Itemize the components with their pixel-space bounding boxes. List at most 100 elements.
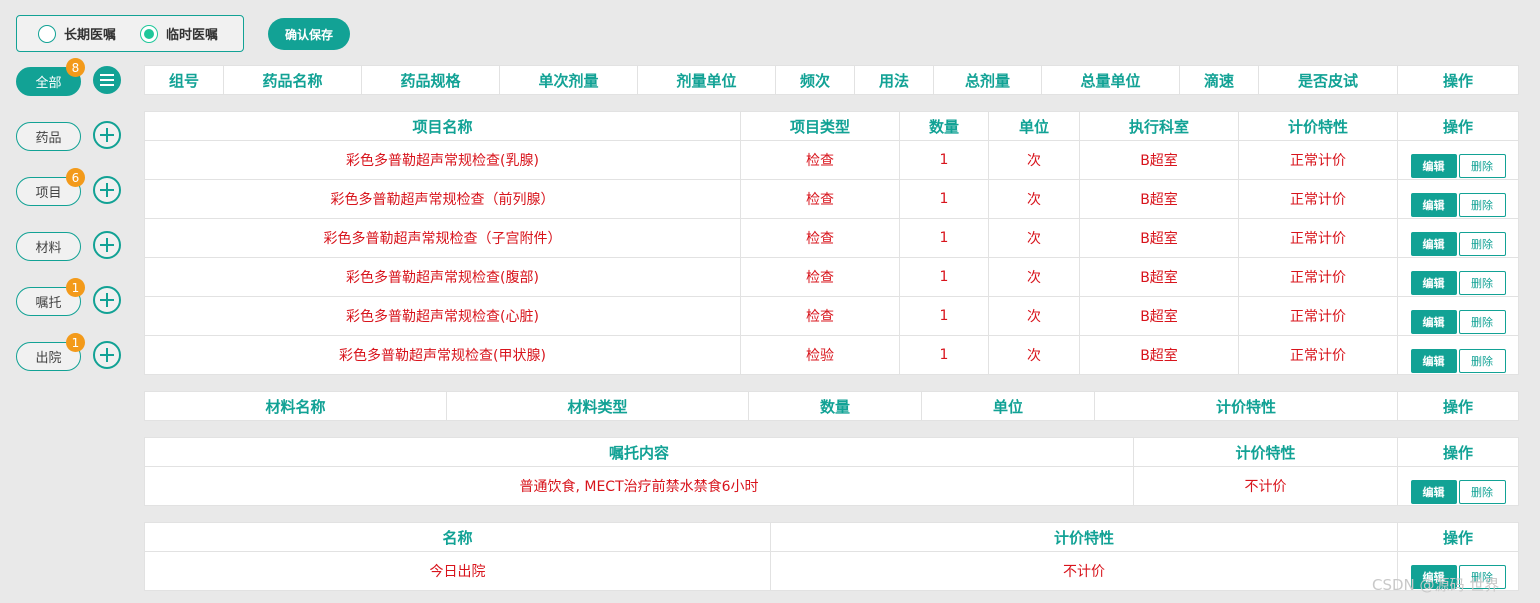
delete-button[interactable]: 删除 <box>1458 348 1506 373</box>
column-header: 单位 <box>988 111 1080 141</box>
item-quantity: 1 <box>899 218 989 258</box>
radio-circle-icon[interactable] <box>38 24 56 43</box>
column-header: 项目名称 <box>144 111 741 141</box>
plus-circle-icon[interactable] <box>93 286 121 314</box>
column-header: 单位 <box>921 391 1095 421</box>
discharge-name: 今日出院 <box>144 551 771 591</box>
column-header: 总量单位 <box>1041 65 1180 95</box>
row-actions: 编辑 删除 <box>1397 140 1519 180</box>
radio-temporary[interactable]: 临时医嘱 <box>140 24 218 43</box>
plus-circle-icon[interactable] <box>93 341 121 369</box>
table-row: 普通饮食, MECT治疗前禁水禁食6小时 不计价 编辑 删除 <box>144 466 1519 506</box>
row-actions: 编辑 删除 <box>1397 179 1519 219</box>
discharge-pricing: 不计价 <box>770 551 1398 591</box>
delete-button[interactable]: 删除 <box>1458 192 1506 217</box>
row-actions: 编辑 删除 <box>1397 257 1519 297</box>
row-actions: 编辑 删除 <box>1397 218 1519 258</box>
table-row: 彩色多普勒超声常规检查（前列腺） 检查 1 次 B超室 正常计价 编辑 删除 <box>144 179 1519 219</box>
column-header: 材料名称 <box>144 391 447 421</box>
column-header: 名称 <box>144 522 771 552</box>
item-name: 彩色多普勒超声常规检查（子宫附件） <box>144 218 741 258</box>
column-header: 操作 <box>1397 437 1519 467</box>
edit-button[interactable]: 编辑 <box>1410 270 1457 295</box>
table-row: 彩色多普勒超声常规检查(腹部) 检查 1 次 B超室 正常计价 编辑 删除 <box>144 257 1519 297</box>
edit-button[interactable]: 编辑 <box>1410 309 1457 334</box>
item-pricing: 正常计价 <box>1238 218 1398 258</box>
confirm-save-button[interactable]: 确认保存 <box>268 18 350 50</box>
item-quantity: 1 <box>899 140 989 180</box>
category-entrust: 嘱托 1 <box>16 278 121 316</box>
column-header: 执行科室 <box>1079 111 1239 141</box>
edit-button[interactable]: 编辑 <box>1410 479 1457 504</box>
item-unit: 次 <box>988 140 1080 180</box>
radio-temporary-label: 临时医嘱 <box>166 28 219 43</box>
item-quantity: 1 <box>899 179 989 219</box>
material-table-header: 材料名称 材料类型 数量 单位 计价特性 操作 <box>144 391 1519 421</box>
column-header: 材料类型 <box>446 391 749 421</box>
item-department: B超室 <box>1079 335 1239 375</box>
category-pill-materials[interactable]: 材料 <box>16 232 81 261</box>
item-quantity: 1 <box>899 296 989 336</box>
item-department: B超室 <box>1079 296 1239 336</box>
delete-button[interactable]: 删除 <box>1458 231 1506 256</box>
item-unit: 次 <box>988 296 1080 336</box>
discharge-table-header: 名称 计价特性 操作 <box>144 522 1519 552</box>
edit-button[interactable]: 编辑 <box>1410 231 1457 256</box>
drug-table-header: 组号 药品名称 药品规格 单次剂量 剂量单位 频次 用法 总剂量 总量单位 滴速… <box>144 65 1519 95</box>
table-row: 彩色多普勒超声常规检查(心脏) 检查 1 次 B超室 正常计价 编辑 删除 <box>144 296 1519 336</box>
column-header: 数量 <box>899 111 989 141</box>
delete-button[interactable]: 删除 <box>1458 479 1506 504</box>
plus-circle-icon[interactable] <box>93 176 121 204</box>
plus-circle-icon[interactable] <box>93 231 121 259</box>
table-row: 彩色多普勒超声常规检查（子宫附件） 检查 1 次 B超室 正常计价 编辑 删除 <box>144 218 1519 258</box>
item-type: 检验 <box>740 335 900 375</box>
item-department: B超室 <box>1079 218 1239 258</box>
column-header: 是否皮试 <box>1258 65 1398 95</box>
item-unit: 次 <box>988 335 1080 375</box>
delete-button[interactable]: 删除 <box>1458 309 1506 334</box>
radio-long-term-label: 长期医嘱 <box>64 28 117 43</box>
item-name: 彩色多普勒超声常规检查(甲状腺) <box>144 335 741 375</box>
entrust-content: 普通饮食, MECT治疗前禁水禁食6小时 <box>144 466 1134 506</box>
item-type: 检查 <box>740 179 900 219</box>
column-header: 单次剂量 <box>499 65 638 95</box>
column-header: 计价特性 <box>1133 437 1398 467</box>
item-type: 检查 <box>740 140 900 180</box>
column-header: 计价特性 <box>1094 391 1398 421</box>
plus-circle-icon[interactable] <box>93 121 121 149</box>
radio-long-term[interactable]: 长期医嘱 <box>38 24 116 43</box>
discharge-table: 名称 计价特性 操作 今日出院 不计价 编辑 删除 <box>144 522 1519 591</box>
edit-button[interactable]: 编辑 <box>1410 192 1457 217</box>
count-badge: 1 <box>66 278 85 297</box>
item-pricing: 正常计价 <box>1238 257 1398 297</box>
list-menu-icon[interactable] <box>93 66 121 94</box>
item-pricing: 正常计价 <box>1238 140 1398 180</box>
edit-button[interactable]: 编辑 <box>1410 348 1457 373</box>
edit-button[interactable]: 编辑 <box>1410 153 1457 178</box>
item-table: 项目名称 项目类型 数量 单位 执行科室 计价特性 操作 彩色多普勒超声常规检查… <box>144 111 1519 375</box>
column-header: 用法 <box>854 65 934 95</box>
row-actions: 编辑 删除 <box>1397 296 1519 336</box>
entrust-pricing: 不计价 <box>1133 466 1398 506</box>
category-drugs: 药品 <box>16 121 121 151</box>
radio-circle-checked-icon[interactable] <box>140 24 159 43</box>
entrust-table: 嘱托内容 计价特性 操作 普通饮食, MECT治疗前禁水禁食6小时 不计价 编辑… <box>144 437 1519 506</box>
category-pill-drugs[interactable]: 药品 <box>16 122 81 151</box>
item-pricing: 正常计价 <box>1238 179 1398 219</box>
category-items: 项目 6 <box>16 168 121 206</box>
watermark: CSDN @源码 世界 <box>1372 576 1500 594</box>
table-row: 今日出院 不计价 编辑 删除 <box>144 551 1519 591</box>
column-header: 频次 <box>775 65 855 95</box>
column-header: 操作 <box>1397 65 1519 95</box>
delete-button[interactable]: 删除 <box>1458 153 1506 178</box>
entrust-table-header: 嘱托内容 计价特性 操作 <box>144 437 1519 467</box>
category-discharge: 出院 1 <box>16 333 121 371</box>
item-quantity: 1 <box>899 335 989 375</box>
item-department: B超室 <box>1079 140 1239 180</box>
item-name: 彩色多普勒超声常规检查(心脏) <box>144 296 741 336</box>
item-unit: 次 <box>988 218 1080 258</box>
delete-button[interactable]: 删除 <box>1458 270 1506 295</box>
item-quantity: 1 <box>899 257 989 297</box>
count-badge: 6 <box>66 168 85 187</box>
column-header: 项目类型 <box>740 111 900 141</box>
